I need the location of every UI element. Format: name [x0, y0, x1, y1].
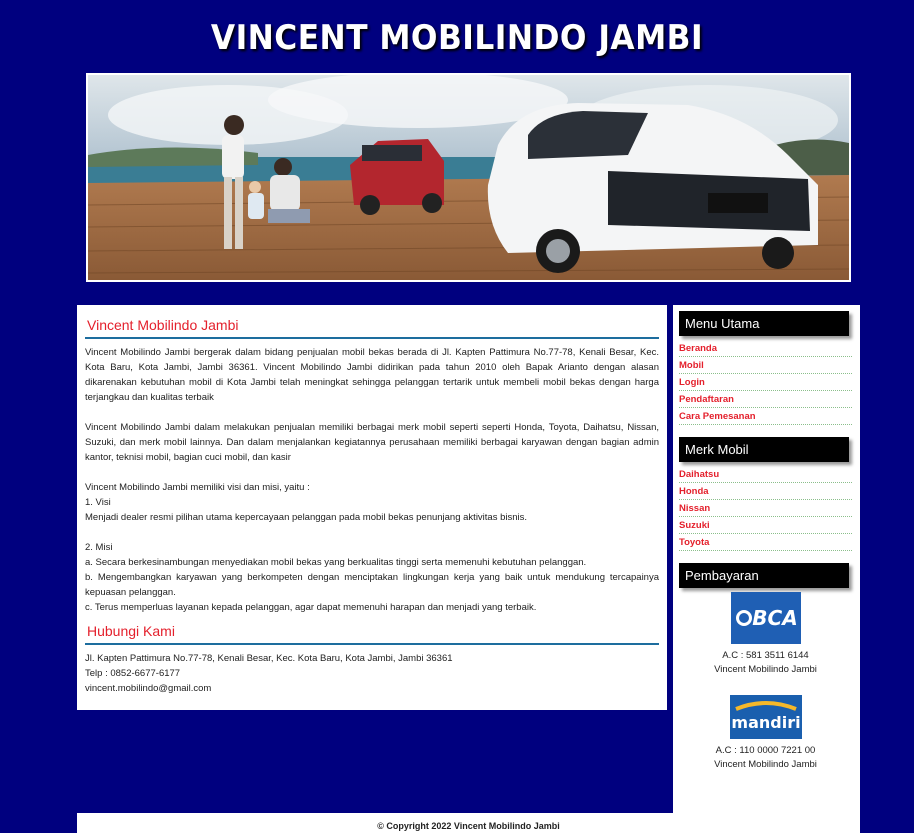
- menu-title: Menu Utama: [679, 311, 849, 336]
- banner-image: [88, 75, 849, 280]
- contact-phone: Telp : 0852-6677-6177: [85, 668, 181, 679]
- hero-banner: [86, 73, 851, 282]
- svg-text:BCA: BCA: [752, 606, 797, 630]
- brand-menu: Daihatsu Honda Nissan Suzuki Toyota: [679, 466, 852, 551]
- bca-holder: Vincent Mobilindo Jambi: [714, 664, 817, 675]
- bank-bca: BCA A.C : 581 3511 6144 Vincent Mobilind…: [679, 592, 852, 677]
- visi-misi-intro: Vincent Mobilindo Jambi memiliki visi da…: [85, 482, 310, 493]
- contact-email: vincent.mobilindo@gmail.com: [85, 683, 212, 694]
- brand-item-nissan[interactable]: Nissan: [679, 500, 852, 517]
- red-car: [350, 139, 444, 215]
- sidebar: Menu Utama Beranda Mobil Login Pendaftar…: [673, 305, 860, 813]
- mandiri-account: A.C : 110 0000 7221 00: [715, 745, 816, 756]
- about-paragraph-2: Vincent Mobilindo Jambi dalam melakukan …: [85, 422, 659, 463]
- payment-title: Pembayaran: [679, 563, 849, 588]
- misi-b: b. Mengembangkan karyawan yang berkompet…: [85, 572, 659, 598]
- brand-item-honda[interactable]: Honda: [679, 483, 852, 500]
- visi-label: 1. Visi: [85, 497, 111, 508]
- about-paragraph-1: Vincent Mobilindo Jambi bergerak dalam b…: [85, 347, 659, 403]
- menu-item-login[interactable]: Login: [679, 374, 852, 391]
- misi-a: a. Secara berkesinambungan menyediakan m…: [85, 557, 587, 568]
- menu-item-cara-pemesanan[interactable]: Cara Pemesanan: [679, 408, 852, 425]
- menu-item-pendaftaran[interactable]: Pendaftaran: [679, 391, 852, 408]
- site-title: VINCENT MOBILINDO JAMBI: [210, 18, 704, 58]
- main-menu: Beranda Mobil Login Pendaftaran Cara Pem…: [679, 340, 852, 425]
- bca-logo: BCA: [730, 592, 801, 644]
- misi-label: 2. Misi: [85, 542, 113, 553]
- bank-mandiri: mandiri A.C : 110 0000 7221 00 Vincent M…: [679, 695, 852, 772]
- mandiri-holder: Vincent Mobilindo Jambi: [714, 759, 817, 770]
- footer-copyright: © Copyright 2022 Vincent Mobilindo Jambi: [77, 813, 860, 833]
- brand-item-suzuki[interactable]: Suzuki: [679, 517, 852, 534]
- about-title: Vincent Mobilindo Jambi: [85, 313, 659, 339]
- bca-account: A.C : 581 3511 6144: [722, 650, 809, 661]
- main-content: Vincent Mobilindo Jambi Vincent Mobilind…: [77, 305, 667, 710]
- brand-item-daihatsu[interactable]: Daihatsu: [679, 466, 852, 483]
- misi-c: c. Terus memperluas layanan kepada pelan…: [85, 602, 537, 613]
- mandiri-logo: mandiri: [729, 695, 802, 739]
- menu-item-mobil[interactable]: Mobil: [679, 357, 852, 374]
- contact-title: Hubungi Kami: [85, 619, 659, 645]
- svg-text:mandiri: mandiri: [731, 713, 800, 732]
- visi-text: Menjadi dealer resmi pilihan utama keper…: [85, 512, 528, 523]
- contact-address: Jl. Kapten Pattimura No.77-78, Kenali Be…: [85, 653, 453, 664]
- brand-title: Merk Mobil: [679, 437, 849, 462]
- brand-item-toyota[interactable]: Toyota: [679, 534, 852, 551]
- menu-item-beranda[interactable]: Beranda: [679, 340, 852, 357]
